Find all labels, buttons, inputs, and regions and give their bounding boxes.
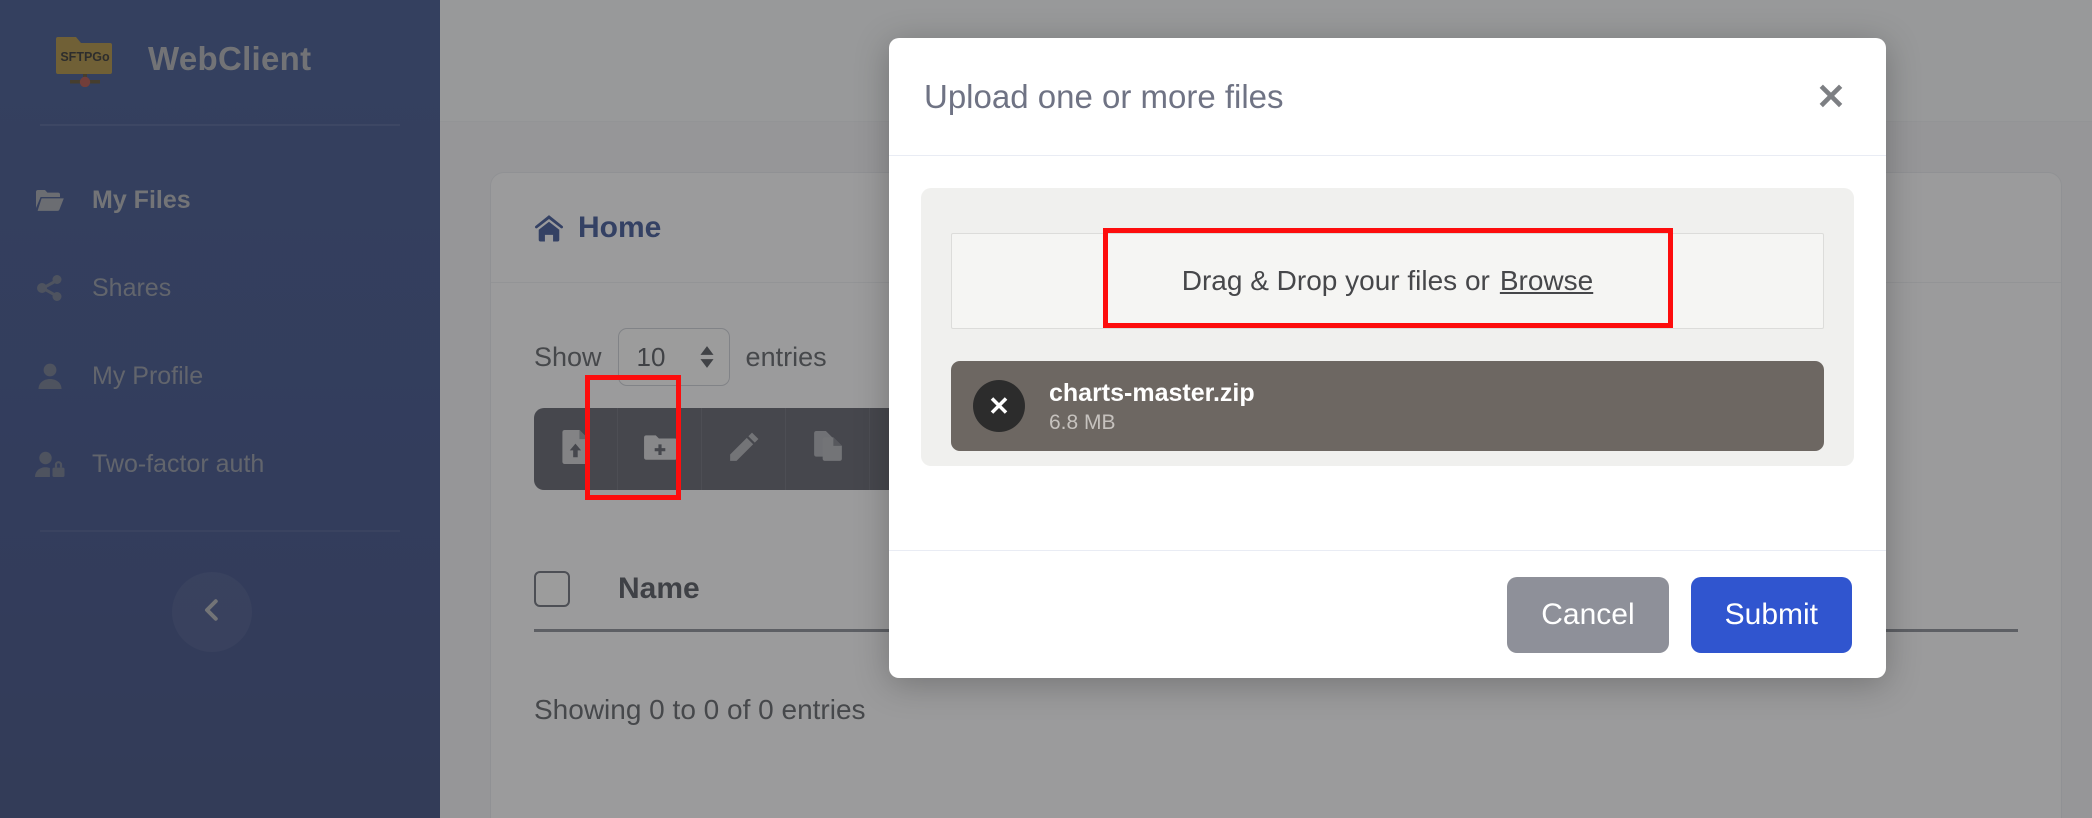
modal-footer: Cancel Submit — [889, 550, 1886, 678]
file-name: charts-master.zip — [1049, 378, 1255, 407]
close-icon[interactable]: ✕ — [1816, 78, 1846, 115]
remove-file-icon[interactable]: ✕ — [973, 380, 1025, 432]
modal-title: Upload one or more files — [924, 77, 1284, 115]
dropzone-highlight — [1103, 228, 1673, 328]
modal-body: Drag & Drop your files or Browse ✕ chart… — [889, 156, 1886, 550]
cancel-button[interactable]: Cancel — [1507, 576, 1669, 653]
submit-button[interactable]: Submit — [1690, 576, 1852, 653]
modal-header: Upload one or more files ✕ — [889, 38, 1886, 156]
upload-modal: Upload one or more files ✕ Drag & Drop y… — [889, 38, 1886, 678]
file-meta: charts-master.zip 6.8 MB — [1049, 378, 1255, 435]
file-size: 6.8 MB — [1049, 410, 1116, 434]
create-folder-highlight — [585, 375, 681, 500]
screen: SFTPGo WebClient — [0, 0, 2092, 818]
file-preview-item[interactable]: ✕ charts-master.zip 6.8 MB — [951, 361, 1824, 451]
